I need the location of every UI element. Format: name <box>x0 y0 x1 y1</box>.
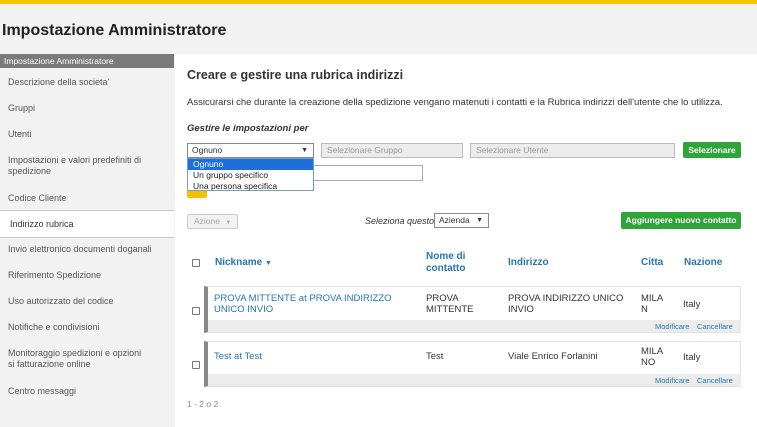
sidebar-item-codice-cliente[interactable]: Codice Cliente <box>0 193 174 204</box>
seleziona-value: Azienda <box>439 215 470 225</box>
column-header-label: Nickname <box>215 257 263 268</box>
seleziona-select[interactable]: Azienda ▼ <box>434 213 489 228</box>
column-header-nome[interactable]: Nome di contatto <box>426 251 486 275</box>
contact-nickname-link[interactable]: PROVA MITTENTE at PROVA INDIRIZZO UNICO … <box>214 293 404 315</box>
select-button[interactable]: Selezionare <box>683 142 741 158</box>
add-contact-button[interactable]: Aggiungere nuovo contatto <box>621 212 741 229</box>
sidebar-item-invio-documenti[interactable]: Invio elettronico documenti doganali <box>0 244 174 255</box>
row-checkbox[interactable] <box>192 307 200 315</box>
scope-option-gruppo[interactable]: Un gruppo specifico <box>188 170 313 181</box>
column-header-citta[interactable]: Citta <box>641 257 663 269</box>
search-input[interactable] <box>313 165 423 181</box>
contact-nickname-link[interactable]: Test at Test <box>214 351 404 362</box>
sidebar: Impostazione Amministratore Descrizione … <box>0 54 174 427</box>
table-row: PROVA MITTENTE at PROVA INDIRIZZO UNICO … <box>204 286 741 333</box>
contact-name: Test <box>426 351 444 362</box>
scope-option-ognuno[interactable]: Ognuno <box>188 159 313 170</box>
sidebar-item-centro-messaggi[interactable]: Centro messaggi <box>0 386 174 397</box>
main-panel: Creare e gestire una rubrica indirizzi A… <box>175 54 757 427</box>
scope-select[interactable]: Ognuno ▼ <box>187 143 314 158</box>
sidebar-item-descrizione[interactable]: Descrizione della societa' <box>0 77 174 88</box>
search-button[interactable] <box>187 191 207 198</box>
chevron-down-icon: ▼ <box>476 217 483 224</box>
scope-dropdown: Ognuno Un gruppo specifico Una persona s… <box>187 158 314 191</box>
group-select[interactable]: Selezionare Gruppo <box>321 143 463 158</box>
sidebar-item-gruppi[interactable]: Gruppi <box>0 103 174 114</box>
row-actions-bar: Modificare Cancellare <box>208 374 741 386</box>
column-header-nazione[interactable]: Nazione <box>684 257 722 269</box>
section-description: Assicurarsi che durante la creazione del… <box>187 97 723 108</box>
contact-name: PROVA MITTENTE <box>426 293 474 315</box>
row-actions-bar: Modificare Cancellare <box>208 320 741 332</box>
sidebar-item-monitoraggio[interactable]: Monitoraggio spedizioni e opzioni si fat… <box>0 348 150 370</box>
delete-link[interactable]: Cancellare <box>697 376 733 385</box>
section-heading: Creare e gestire una rubrica indirizzi <box>187 68 404 82</box>
delete-link[interactable]: Cancellare <box>697 322 733 331</box>
azione-label: Azione <box>194 216 220 226</box>
chevron-down-icon: ▼ <box>225 220 232 226</box>
contact-country: Italy <box>683 352 701 363</box>
sidebar-item-notifiche[interactable]: Notifiche e condivisioni <box>0 322 174 333</box>
contact-address: PROVA INDIRIZZO UNICO INVIO <box>508 293 624 315</box>
sidebar-item-riferimento[interactable]: Riferimento Spedizione <box>0 270 174 281</box>
seleziona-label: Seleziona questo <box>365 216 435 226</box>
edit-link[interactable]: Modificare <box>655 322 690 331</box>
sidebar-item-impostazioni[interactable]: Impostazioni e valori predefiniti di spe… <box>0 155 150 177</box>
contact-country: Italy <box>683 299 701 310</box>
sidebar-item-indirizzo-rubrica[interactable]: Indirizzo rubrica <box>0 210 174 238</box>
contact-address: Viale Enrico Forlanini <box>508 351 598 362</box>
table-row: Test at Test Test Viale Enrico Forlanini… <box>204 341 741 387</box>
chevron-down-icon: ▼ <box>301 147 308 154</box>
scope-select-value: Ognuno <box>192 145 223 155</box>
sidebar-header: Impostazione Amministratore <box>0 54 174 68</box>
gestire-label: Gestire le impostazioni per <box>187 123 309 134</box>
column-header-nickname[interactable]: Nickname ▼ <box>215 257 272 270</box>
sidebar-item-uso-autorizzato[interactable]: Uso autorizzato del codice <box>0 296 174 307</box>
page-title: Impostazione Amministratore <box>2 22 227 39</box>
row-checkbox[interactable] <box>192 361 200 369</box>
scope-option-persona[interactable]: Una persona specifica <box>188 181 313 192</box>
sort-down-icon: ▼ <box>265 260 272 267</box>
column-header-indirizzo[interactable]: Indirizzo <box>508 257 549 269</box>
contact-city: MILA N <box>641 293 663 315</box>
edit-link[interactable]: Modificare <box>655 376 690 385</box>
user-select[interactable]: Selezionare Utente <box>470 143 675 158</box>
contact-city: MILA NO <box>641 346 663 368</box>
pagination-info: 1 - 2 o 2 <box>187 399 219 409</box>
sidebar-item-utenti[interactable]: Utenti <box>0 129 174 140</box>
select-all-checkbox[interactable] <box>192 259 200 267</box>
sidebar-item-label: Indirizzo rubrica <box>10 218 74 229</box>
top-accent-bar <box>0 0 757 4</box>
azione-dropdown[interactable]: Azione ▼ <box>187 214 238 229</box>
